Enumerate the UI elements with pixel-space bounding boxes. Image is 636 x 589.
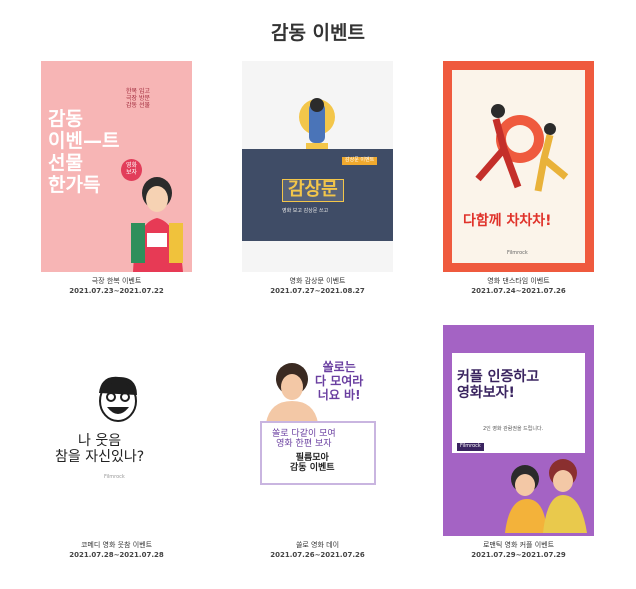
couple-illustration <box>505 459 587 533</box>
poster-subtext: 영화 보고 감상문 쓰고 <box>282 208 329 214</box>
event-caption[interactable]: 영화 댄스타임 이벤트 <box>443 276 594 286</box>
poster-badge: Filmrock <box>457 443 484 451</box>
event-caption[interactable]: 극장 한복 이벤트 <box>41 276 192 286</box>
event-period: 2021.07.27~2021.08.27 <box>270 287 365 295</box>
hand-writing-illustration <box>299 98 335 149</box>
event-caption[interactable]: 쏠로 영화 데이 <box>242 540 393 550</box>
event-period: 2021.07.28~2021.07.28 <box>69 551 164 559</box>
poster-headline: 나 웃음 참을 자신있나? <box>55 433 145 466</box>
poster-subtext: 쏠로 다같이 모여 영화 한편 보자 <box>272 429 336 450</box>
poster-headline: 감상문 <box>282 179 344 202</box>
event-card[interactable]: 나 웃음 참을 자신있나? Filmrock 코메디 영화 웃참 이벤트 202… <box>41 325 192 560</box>
event-period: 2021.07.26~2021.07.26 <box>270 551 365 559</box>
poster-headline: 다함께 차차차! <box>463 213 552 229</box>
poster-badge: 필름모아 감동 이벤트 <box>290 453 335 474</box>
event-poster-comedy[interactable]: 나 웃음 참을 자신있나? Filmrock <box>41 325 192 536</box>
poster-headline: 커플 인증하고 영화보자! <box>457 369 540 402</box>
poster-subtext: 2인 영화 관람권을 드립니다. <box>483 426 544 432</box>
page-title: 감동 이벤트 <box>270 22 365 44</box>
event-card[interactable]: 다함께 차차차! Filmrock 영화 댄스타임 이벤트 2021.07.24… <box>443 61 594 296</box>
poster-headline: 감동 이벤—트 선물 한가득 <box>48 108 120 196</box>
event-card[interactable]: 쏠로는 다 모여라 너요 바! 쏠로 다같이 모여 영화 한편 보자 필름모아 … <box>242 325 393 560</box>
dancing-couple-illustration <box>475 104 569 192</box>
poster-subtext: Filmrock <box>104 474 125 480</box>
event-card[interactable]: 감상문 이벤트 감상문 영화 보고 감상문 쓰고 영화 감상문 이벤트 2021… <box>242 61 393 296</box>
event-poster-hanbok[interactable]: 감동 이벤—트 선물 한가득 한복 입고 극장 방문 감동 선물 영화 보자 <box>41 61 192 272</box>
event-caption[interactable]: 로맨틱 영화 커플 이벤트 <box>443 540 594 550</box>
event-poster-solo[interactable]: 쏠로는 다 모여라 너요 바! 쏠로 다같이 모여 영화 한편 보자 필름모아 … <box>242 325 393 536</box>
event-poster-dance[interactable]: 다함께 차차차! Filmrock <box>443 61 594 272</box>
event-caption[interactable]: 영화 감상문 이벤트 <box>242 276 393 286</box>
event-period: 2021.07.24~2021.07.26 <box>471 287 566 295</box>
woman-portrait-illustration <box>266 363 318 423</box>
poster-subtext: Filmrock <box>507 250 528 256</box>
event-period: 2021.07.29~2021.07.29 <box>471 551 566 559</box>
poster-card <box>452 353 585 453</box>
poster-subtext: 한복 입고 극장 방문 감동 선물 <box>126 88 150 109</box>
event-period: 2021.07.23~2021.07.22 <box>69 287 164 295</box>
event-poster-couple[interactable]: 커플 인증하고 영화보자! 2인 영화 관람권을 드립니다. Filmrock <box>443 325 594 536</box>
event-poster-review[interactable]: 감상문 이벤트 감상문 영화 보고 감상문 쓰고 <box>242 61 393 272</box>
poster-badge: 감상문 이벤트 <box>342 157 378 165</box>
poster-headline: 쏠로는 다 모여라 너요 바! <box>315 360 364 402</box>
laughing-face-illustration <box>99 376 137 422</box>
event-card[interactable]: 커플 인증하고 영화보자! 2인 영화 관람권을 드립니다. Filmrock … <box>443 325 594 560</box>
hanbok-woman-illustration <box>131 177 183 272</box>
event-caption[interactable]: 코메디 영화 웃참 이벤트 <box>41 540 192 550</box>
event-card[interactable]: 감동 이벤—트 선물 한가득 한복 입고 극장 방문 감동 선물 영화 보자 극… <box>41 61 192 296</box>
